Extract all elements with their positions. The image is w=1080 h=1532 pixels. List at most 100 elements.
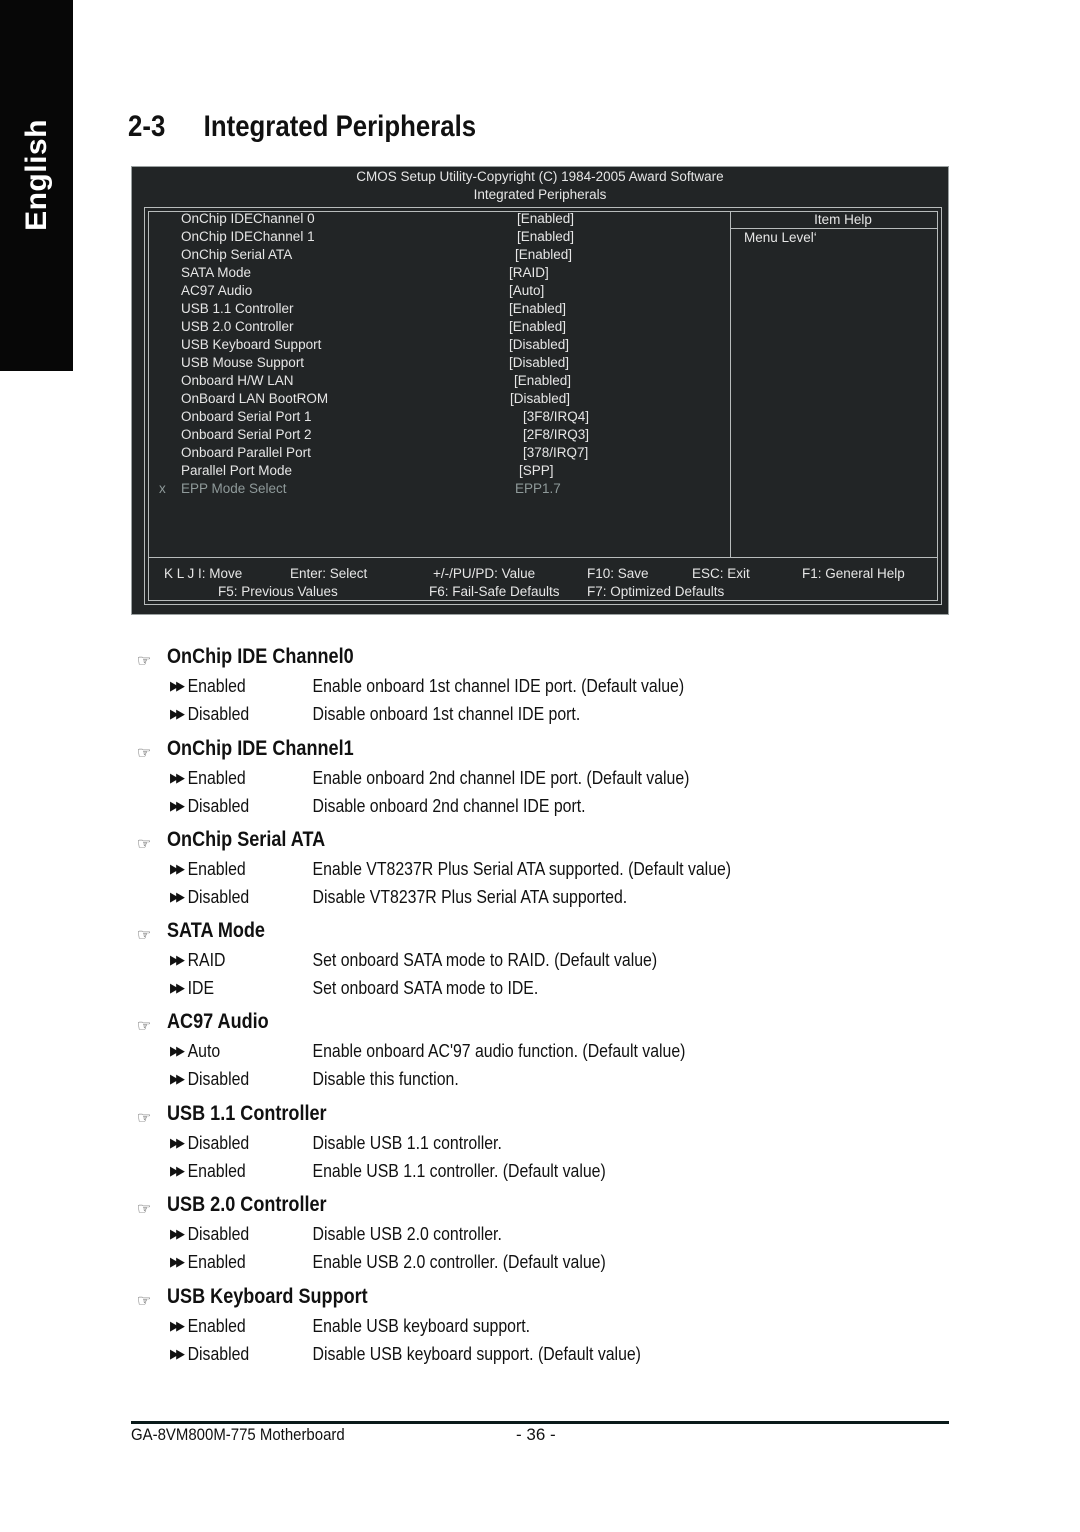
option-name: Disabled xyxy=(187,1344,250,1364)
key-hint-move: K L J I: Move xyxy=(164,566,243,581)
bios-item-value[interactable]: [Enabled] xyxy=(509,301,566,316)
option-name: Disabled xyxy=(187,1224,250,1244)
footer-rule xyxy=(131,1421,949,1424)
option-section-title: OnChip IDE Channel1 xyxy=(167,737,354,760)
pointing-hand-icon: ☞ xyxy=(137,1110,152,1127)
double-arrow-icon: ▶▶ xyxy=(170,1043,185,1058)
bios-item-value[interactable]: [Enabled] xyxy=(517,211,574,226)
option-description: Disable onboard 1st channel IDE port. xyxy=(312,704,581,724)
option-row: ▶▶ Disabled Disable this function. xyxy=(170,1069,459,1090)
section-number: 2-3 xyxy=(128,110,166,143)
bios-item-value[interactable]: [Disabled] xyxy=(510,391,570,406)
double-arrow-icon: ▶▶ xyxy=(170,1226,185,1241)
bios-item-label: Onboard Serial Port 2 xyxy=(181,427,312,442)
option-section-title: USB 2.0 Controller xyxy=(167,1193,327,1216)
bios-item-value: EPP1.7 xyxy=(515,481,561,496)
footer-product-name: GA-8VM800M-775 Motherboard xyxy=(131,1425,345,1444)
key-hint-save: F10: Save xyxy=(587,566,649,581)
language-side-tab: English xyxy=(0,0,73,371)
bios-item-label: SATA Mode xyxy=(181,265,252,280)
double-arrow-icon: ▶▶ xyxy=(170,1254,185,1269)
double-arrow-icon: ▶▶ xyxy=(170,706,185,721)
bios-item-label: EPP Mode Select xyxy=(181,481,287,496)
option-description: Set onboard SATA mode to RAID. (Default … xyxy=(312,950,658,970)
option-description: Disable this function. xyxy=(312,1069,459,1089)
bios-help-title-underline xyxy=(730,228,938,229)
bios-item-label: Parallel Port Mode xyxy=(181,463,293,478)
bios-item-help-text: Menu Level‘ xyxy=(744,230,817,245)
option-description: Disable USB 1.1 controller. xyxy=(312,1133,502,1153)
option-name: Disabled xyxy=(187,796,250,816)
bios-item-label: Onboard H/W LAN xyxy=(181,373,294,388)
key-hint-enter: Enter: Select xyxy=(290,566,368,581)
option-name: Enabled xyxy=(187,1252,246,1272)
option-row: ▶▶ Enabled Enable USB keyboard support. xyxy=(170,1316,530,1337)
bios-item-value[interactable]: [2F8/IRQ3] xyxy=(523,427,589,442)
option-row: ▶▶ Auto Enable onboard AC'97 audio functio… xyxy=(170,1041,685,1062)
bios-header-menu-title: Integrated Peripherals xyxy=(473,187,607,202)
option-description: Disable USB 2.0 controller. xyxy=(312,1224,502,1244)
bios-item-value[interactable]: [Auto] xyxy=(509,283,544,298)
key-hint-fail-safe: F6: Fail-Safe Defaults xyxy=(429,584,560,599)
option-description: Enable USB 2.0 controller. (Default valu… xyxy=(312,1252,606,1272)
bios-keys-divider xyxy=(148,557,938,558)
bios-header-copyright: CMOS Setup Utility-Copyright (C) 1984-20… xyxy=(356,169,724,184)
option-description: Enable onboard 1st channel IDE port. (De… xyxy=(312,676,685,696)
bios-item-value[interactable]: [Disabled] xyxy=(509,337,569,352)
pointing-hand-icon: ☞ xyxy=(137,1201,152,1218)
double-arrow-icon: ▶▶ xyxy=(170,861,185,876)
option-row: ▶▶ Enabled Enable USB 2.0 controller. (Def… xyxy=(170,1252,606,1273)
bios-item-label: Onboard Parallel Port xyxy=(181,445,311,460)
option-description: Disable onboard 2nd channel IDE port. xyxy=(312,796,586,816)
option-name: Enabled xyxy=(187,768,246,788)
double-arrow-icon: ▶▶ xyxy=(170,1163,185,1178)
bios-item-label: USB 1.1 Controller xyxy=(181,301,294,316)
bios-item-value[interactable]: [378/IRQ7] xyxy=(523,445,588,460)
option-section-title: OnChip IDE Channel0 xyxy=(167,645,354,668)
footer-page-number: - 36 - xyxy=(516,1425,556,1444)
bios-item-label: USB Mouse Support xyxy=(181,355,305,370)
pointing-hand-icon: ☞ xyxy=(137,836,152,853)
option-name: Enabled xyxy=(187,1316,246,1336)
key-hint-value: +/-/PU/PD: Value xyxy=(433,566,536,581)
double-arrow-icon: ▶▶ xyxy=(170,798,185,813)
language-label: English xyxy=(19,119,53,231)
option-name: Enabled xyxy=(187,1161,246,1181)
option-name: Disabled xyxy=(187,1069,250,1089)
bios-item-label: Onboard Serial Port 1 xyxy=(181,409,312,424)
option-name: Auto xyxy=(187,1041,221,1061)
double-arrow-icon: ▶▶ xyxy=(170,889,185,904)
option-name: Enabled xyxy=(187,859,246,879)
option-row: ▶▶ Disabled Disable USB 1.1 controller. xyxy=(170,1133,502,1154)
double-arrow-icon: ▶▶ xyxy=(170,1318,185,1333)
bios-item-value[interactable]: [RAID] xyxy=(509,265,549,280)
bios-item-label: OnChip Serial ATA xyxy=(181,247,293,262)
bios-item-value[interactable]: [Enabled] xyxy=(515,247,572,262)
bios-item-label: OnBoard LAN BootROM xyxy=(181,391,329,406)
bios-item-label: USB 2.0 Controller xyxy=(181,319,294,334)
option-section-title: USB Keyboard Support xyxy=(167,1285,368,1308)
section-title-text: Integrated Peripherals xyxy=(203,110,477,143)
option-row: ▶▶ Disabled Disable VT8237R Plus Serial AT… xyxy=(170,887,627,908)
option-row: ▶▶ Enabled Enable VT8237R Plus Serial ATA … xyxy=(170,859,731,880)
double-arrow-icon: ▶▶ xyxy=(170,770,185,785)
option-name: Disabled xyxy=(187,887,250,907)
bios-item-value[interactable]: [Disabled] xyxy=(509,355,569,370)
bios-item-value[interactable]: [3F8/IRQ4] xyxy=(523,409,589,424)
pointing-hand-icon: ☞ xyxy=(137,1293,152,1310)
option-description: Enable VT8237R Plus Serial ATA supported… xyxy=(312,859,732,879)
pointing-hand-icon: ☞ xyxy=(137,653,152,670)
key-hint-optimized: F7: Optimized Defaults xyxy=(587,584,725,599)
double-arrow-icon: ▶▶ xyxy=(170,1135,185,1150)
option-description: Enable USB keyboard support. xyxy=(312,1316,531,1336)
pointing-hand-icon: ☞ xyxy=(137,745,152,762)
bios-item-value[interactable]: [Enabled] xyxy=(517,229,574,244)
bios-item-value[interactable]: [Enabled] xyxy=(509,319,566,334)
bios-item-value[interactable]: [Enabled] xyxy=(514,373,571,388)
option-description: Disable USB keyboard support. (Default v… xyxy=(312,1344,641,1364)
bios-item-value[interactable]: [SPP] xyxy=(519,463,554,478)
option-row: ▶▶ IDE Set onboard SATA mode to IDE. xyxy=(170,978,538,999)
option-name: IDE xyxy=(187,978,215,998)
bios-item-unavailable-mark: x xyxy=(159,481,166,496)
option-section-title: AC97 Audio xyxy=(167,1010,269,1033)
